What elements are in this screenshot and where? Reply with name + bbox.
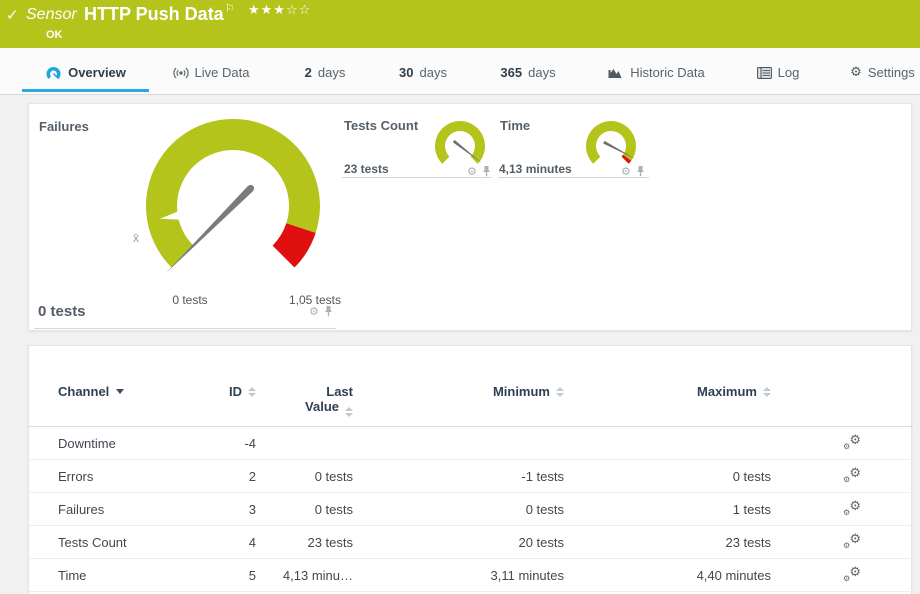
column-header-id[interactable]: ID [188, 384, 256, 417]
channel-settings-icon[interactable]: ⚙⚙ [843, 468, 861, 484]
channel-settings-icon[interactable]: ⚙⚙ [843, 501, 861, 517]
gear-icon: ⚙ [850, 65, 862, 80]
time-gauge-actions: ⚙ [621, 165, 645, 177]
channel-settings-icon[interactable]: ⚙⚙ [843, 567, 861, 583]
pin-icon[interactable] [482, 165, 491, 177]
channel-name[interactable]: Errors [58, 469, 188, 484]
table-row-errors[interactable]: Errors 2 0 tests -1 tests 0 tests ⚙⚙ [29, 460, 913, 493]
table-row-failures[interactable]: Failures 3 0 tests 0 tests 1 tests ⚙⚙ [29, 493, 913, 526]
channel-name[interactable]: Tests Count [58, 535, 188, 550]
tab-overview[interactable]: Overview [22, 56, 149, 92]
sort-icon[interactable] [556, 387, 564, 397]
tab-log[interactable]: Log [748, 56, 808, 92]
failures-gauge-actions: ⚙ [309, 305, 333, 317]
divider [342, 177, 492, 178]
log-list-icon [757, 67, 772, 79]
gauge-icon [45, 65, 62, 81]
column-header-last-value[interactable]: Last Value [256, 384, 353, 417]
ok-check-icon: ✓ [6, 6, 19, 24]
sort-icon[interactable] [763, 387, 771, 397]
table-row-tests-count[interactable]: Tests Count 4 23 tests 20 tests 23 tests… [29, 526, 913, 559]
gear-icon[interactable]: ⚙ [309, 306, 319, 317]
channel-settings-icon[interactable]: ⚙⚙ [843, 534, 861, 550]
channel-name[interactable]: Time [58, 568, 188, 583]
tab-historic-data[interactable]: Historic Data [600, 56, 712, 92]
channel-table: Channel ID Last Value Minimum Maximum [29, 384, 913, 592]
column-header-channel[interactable]: Channel [58, 384, 188, 417]
pin-icon[interactable] [324, 305, 333, 317]
column-header-minimum[interactable]: Minimum [353, 384, 564, 417]
sensor-title: HTTP Push Data [84, 4, 224, 25]
pin-icon[interactable] [636, 165, 645, 177]
time-current-value: 4,13 minutes [499, 162, 572, 176]
failures-scale-min: 0 tests [150, 293, 230, 307]
gear-icon[interactable]: ⚙ [467, 166, 477, 177]
time-gauge-title: Time [500, 118, 530, 133]
channel-name[interactable]: Downtime [58, 436, 188, 451]
failures-gauge-title: Failures [39, 119, 89, 134]
channel-name[interactable]: Failures [58, 502, 188, 517]
sort-icon[interactable] [248, 387, 256, 397]
tests-count-gauge-actions: ⚙ [467, 165, 491, 177]
table-row-downtime[interactable]: Downtime -4 ⚙⚙ [29, 427, 913, 460]
tests-count-gauge-title: Tests Count [344, 118, 418, 133]
channel-table-header: Channel ID Last Value Minimum Maximum [29, 384, 913, 427]
table-row-time[interactable]: Time 5 4,13 minu… 3,11 minutes 4,40 minu… [29, 559, 913, 592]
failures-current-value: 0 tests [38, 303, 86, 320]
divider [34, 328, 336, 329]
tab-bar: Overview Live Data 2days 30days 365days … [0, 48, 920, 95]
sort-caret-icon [116, 389, 124, 394]
tab-30-days[interactable]: 30days [392, 56, 454, 92]
gear-icon[interactable]: ⚙ [621, 166, 631, 177]
live-broadcast-icon [173, 65, 189, 81]
sensor-header: ✓ Sensor HTTP Push Data ⚐ ★★★☆☆ OK [0, 0, 920, 48]
channel-settings-icon[interactable]: ⚙⚙ [843, 435, 861, 451]
channels-panel: Channel ID Last Value Minimum Maximum [28, 345, 912, 594]
divider [498, 177, 649, 178]
tab-settings[interactable]: ⚙ Settings [845, 56, 920, 92]
area-chart-icon [607, 66, 624, 80]
priority-flag-icon[interactable]: ⚐ [225, 2, 235, 15]
object-kind-label: Sensor [26, 6, 77, 24]
column-header-maximum[interactable]: Maximum [564, 384, 771, 417]
tab-live-data[interactable]: Live Data [168, 56, 254, 92]
status-badge: OK [46, 29, 63, 41]
average-marker-label: x̄ [133, 231, 139, 245]
tab-365-days[interactable]: 365days [494, 56, 562, 92]
tests-count-current-value: 23 tests [344, 162, 389, 176]
tab-2-days[interactable]: 2days [295, 56, 355, 92]
failures-gauge [123, 96, 343, 316]
priority-stars[interactable]: ★★★☆☆ [248, 3, 311, 18]
gauges-panel: Failures x̄ 0 tests 1,05 tests 0 tests ⚙… [28, 103, 912, 331]
sort-icon[interactable] [345, 407, 353, 417]
